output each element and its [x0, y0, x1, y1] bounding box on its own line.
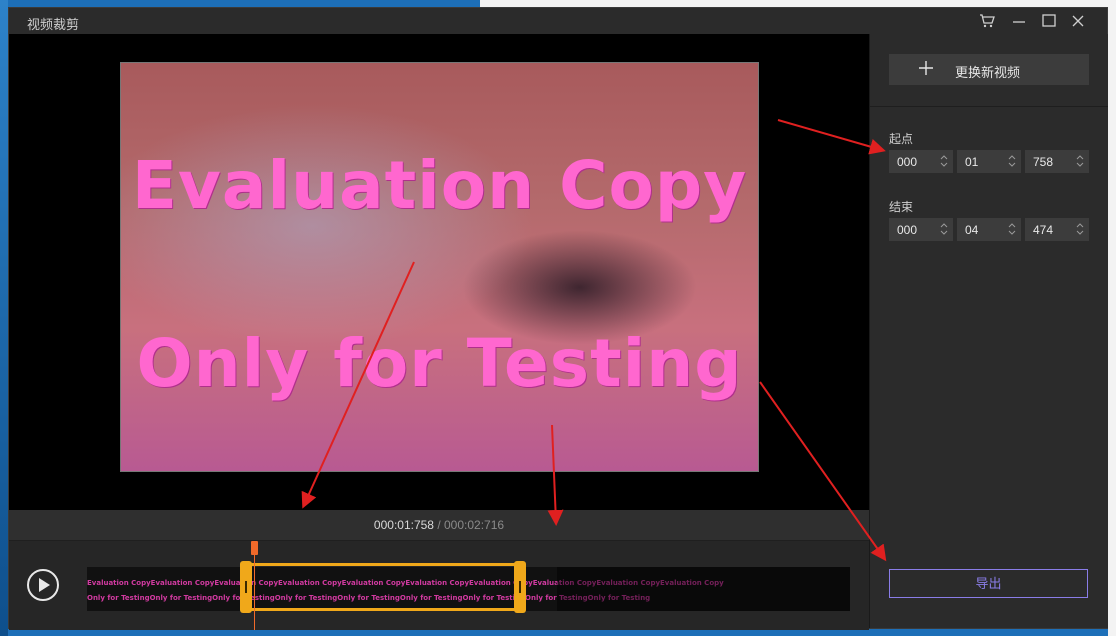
selection-end-handle[interactable] [514, 561, 526, 613]
title-bar: 视频裁剪 [9, 8, 1107, 34]
start-ms-value: 758 [1033, 155, 1054, 169]
end-ms-value: 474 [1033, 223, 1054, 237]
watermark-text-2: Only for Testing [136, 325, 743, 402]
strip-unselected-overlay [557, 567, 850, 611]
spinner-arrows-icon [1076, 155, 1084, 167]
close-icon[interactable] [1068, 11, 1088, 31]
cart-icon[interactable] [977, 11, 997, 31]
start-hours-value: 000 [897, 155, 918, 169]
spinner-arrows-icon [940, 223, 948, 235]
video-preview-area: Evaluation Copy Only for Testing [9, 34, 869, 510]
spinner-arrows-icon [1076, 223, 1084, 235]
plus-icon [917, 59, 935, 77]
watermark-text-1: Evaluation Copy [131, 147, 748, 224]
end-minutes-spinner[interactable]: 04 [957, 218, 1021, 241]
export-button[interactable]: 导出 [889, 569, 1088, 598]
total-time: 000:02:716 [444, 518, 505, 532]
play-button[interactable] [27, 569, 59, 601]
spinner-arrows-icon [940, 155, 948, 167]
spinner-arrows-icon [1008, 155, 1016, 167]
selection-range[interactable] [241, 563, 526, 611]
replace-video-label: 更换新视频 [955, 65, 1021, 80]
divider [870, 106, 1108, 107]
time-display: 000:01:758 / 000:02:716 [9, 510, 869, 541]
maximize-icon[interactable] [1039, 11, 1059, 31]
end-label: 结束 [889, 200, 914, 214]
timeline-area: Evaluation CopyEvaluation CopyEvaluation… [9, 541, 869, 630]
start-minutes-spinner[interactable]: 01 [957, 150, 1021, 173]
start-ms-spinner[interactable]: 758 [1025, 150, 1089, 173]
minimize-icon[interactable] [1009, 11, 1029, 31]
start-label: 起点 [889, 132, 914, 146]
trim-settings-panel: 更换新视频 起点 000 01 758 结束 000 04 474 导出 [869, 34, 1108, 628]
video-trim-window: 视频裁剪 Evaluation Copy Only for Testing 00… [8, 7, 1108, 630]
end-ms-spinner[interactable]: 474 [1025, 218, 1089, 241]
spinner-arrows-icon [1008, 223, 1016, 235]
desktop-background-left [0, 0, 8, 636]
start-hours-spinner[interactable]: 000 [889, 150, 953, 173]
replace-video-button[interactable]: 更换新视频 [889, 54, 1089, 85]
time-separator: / [433, 518, 444, 532]
window-title: 视频裁剪 [27, 17, 80, 32]
video-frame[interactable]: Evaluation Copy Only for Testing [120, 62, 759, 472]
selection-start-handle[interactable] [240, 561, 252, 613]
end-minutes-value: 04 [965, 223, 979, 237]
end-hours-spinner[interactable]: 000 [889, 218, 953, 241]
start-minutes-value: 01 [965, 155, 979, 169]
play-icon [39, 578, 50, 592]
playhead-handle[interactable] [251, 541, 258, 555]
current-time: 000:01:758 [373, 518, 434, 532]
desktop-background-right [1108, 0, 1116, 636]
end-hours-value: 000 [897, 223, 918, 237]
